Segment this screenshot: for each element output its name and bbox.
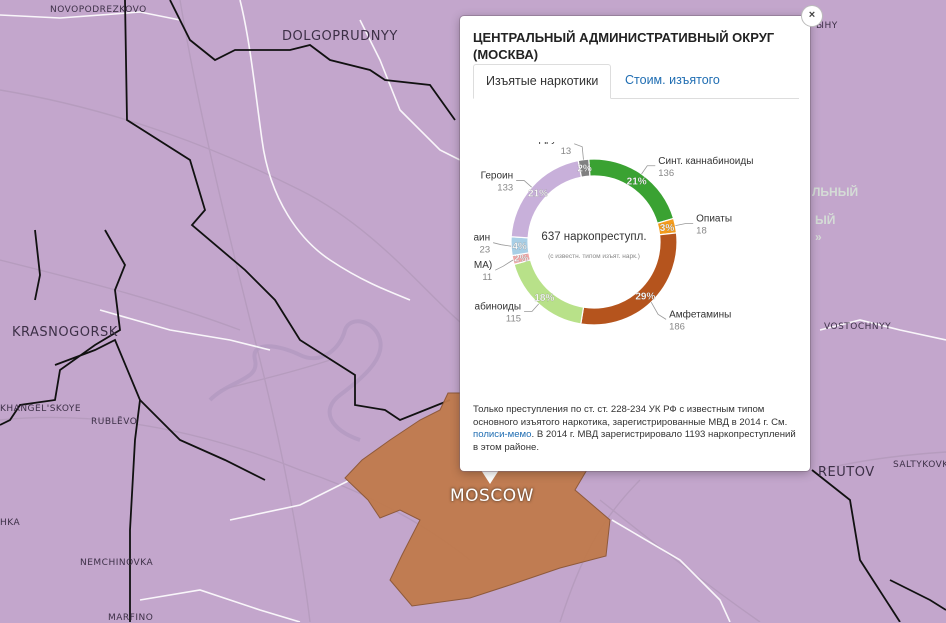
slice-leader-line — [524, 303, 540, 312]
slice-percent: 3% — [660, 223, 675, 234]
map-label-reutov: REUTOV — [818, 465, 875, 480]
map-faint-label: » — [815, 230, 822, 244]
slice-value: 18 — [696, 226, 707, 237]
map-label-saltykovka: SALTYKOVK — [893, 460, 946, 470]
map-label-rublevo: RUBLËVO — [91, 417, 138, 427]
map-label-khangelskoye: KHANGEL'SKOYE — [0, 404, 82, 414]
slice-leader-line — [675, 223, 694, 226]
slice-leader-line — [495, 259, 514, 271]
slice-label: Синт. каннабиноиды — [658, 155, 753, 167]
chart-center-sublabel: (с известн. типом изъят. нарк.) — [548, 253, 640, 260]
slice-percent: 2% — [577, 164, 592, 175]
slice-leader-line — [574, 143, 584, 160]
map-label-dolgoprudnyy: DOLGOPRUDNYY — [282, 29, 398, 44]
close-button[interactable]: × — [802, 6, 822, 26]
map-label-novopodrezkovo: NOVOPODREZKOVO — [50, 5, 147, 15]
popup-title: ЦЕНТРАЛЬНЫЙ АДМИНИСТРАТИВНЫЙ ОКРУГ (МОСК… — [473, 30, 775, 62]
policy-memo-link[interactable]: полиси-мемо — [473, 429, 532, 440]
slice-percent: 29% — [635, 291, 655, 302]
chart-center-label: 637 наркопреступл. — [541, 231, 646, 243]
map-label-nemchinovka: NEMCHINOVKA — [80, 558, 154, 568]
slice-percent: 18% — [534, 293, 554, 304]
slice-leader-line — [516, 180, 532, 188]
popup-tabs: Изъятые наркотики Стоим. изъятого — [473, 64, 799, 99]
slice-value: 23 — [480, 245, 491, 256]
map-label-krasnogorsk: KRASNOGORSK — [12, 325, 118, 340]
slice-value: 115 — [506, 313, 521, 324]
slice-label: Экстази (MDMA) — [474, 260, 492, 271]
map-faint-label: ЫЙ — [815, 213, 836, 227]
slice-label: Опиаты — [696, 214, 732, 225]
slice-label: Героин — [481, 171, 514, 182]
slice-value: 136 — [658, 168, 674, 179]
slice-leader-line — [641, 165, 656, 175]
tab-seized-drugs[interactable]: Изъятые наркотики — [473, 64, 612, 99]
slice-value: 11 — [482, 272, 492, 283]
slice-value: 133 — [497, 183, 513, 194]
donut-chart: 21% Синт. каннабиноиды136 3% Опиаты18 29% Амф… — [474, 142, 753, 332]
slice-label: Амфетамины — [669, 308, 731, 320]
slice-percent: 21% — [627, 176, 647, 187]
map-label-moscow: MOSCOW — [450, 486, 534, 506]
popup-note: Только преступления по ст. ст. 228-234 У… — [473, 404, 798, 454]
slice-percent: 21% — [528, 188, 548, 199]
tab-seized-value[interactable]: Стоим. изъятого — [613, 64, 732, 97]
district-popup: ЦЕНТРАЛЬНЫЙ АДМИНИСТРАТИВНЫЙ ОКРУГ (МОСК… — [460, 16, 810, 471]
slice-value: 186 — [669, 321, 685, 332]
slice-leader-line — [493, 242, 512, 247]
map-label-vostochnyy: VOSTOCHNYY — [824, 322, 892, 332]
map-label-khimki-partial: HKA — [0, 518, 21, 528]
slice-percent: 4% — [512, 241, 527, 252]
slice-value: 13 — [561, 146, 572, 157]
donut-slice — [513, 259, 585, 325]
slice-label: Каннабиноиды — [474, 300, 521, 312]
popup-tip — [481, 470, 499, 484]
map-faint-label: ЛЬНЫЙ — [812, 185, 859, 199]
note-text-start: Только преступления по ст. ст. 228-234 У… — [473, 404, 788, 428]
slice-label: Кокаин — [474, 233, 490, 244]
donut-slice — [580, 232, 678, 326]
slice-leader-line — [650, 301, 667, 320]
slice-label: Другие — [539, 142, 571, 145]
